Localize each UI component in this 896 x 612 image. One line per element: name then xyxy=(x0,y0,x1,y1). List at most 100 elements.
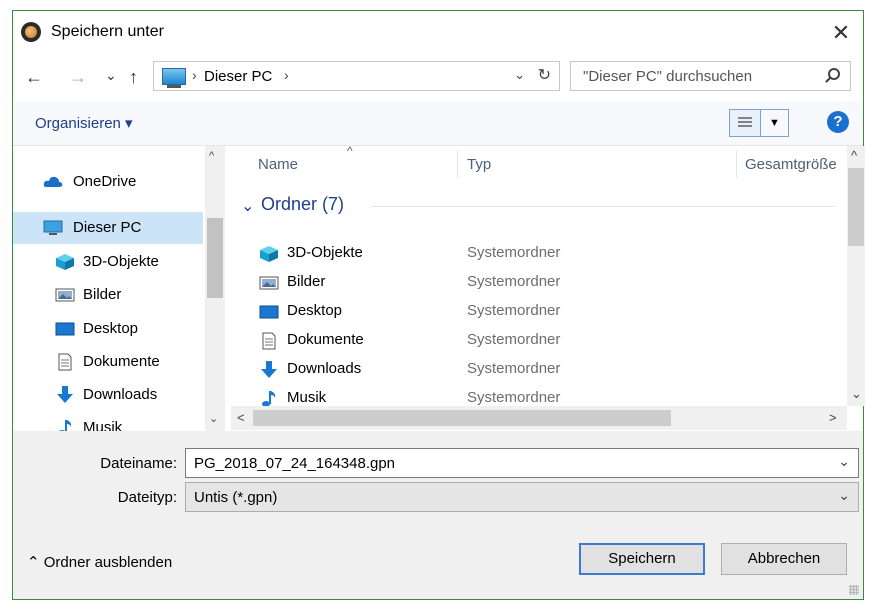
list-item[interactable]: Bilder Systemordner xyxy=(259,269,819,297)
forward-arrow-icon[interactable]: → xyxy=(69,67,87,88)
sidebar-item-label: Dieser PC xyxy=(73,219,142,236)
chevron-down-icon[interactable]: ⌄ xyxy=(838,487,850,504)
file-list: Name ^ Typ Gesamtgröße ⌄ Ordner (7) 3D-O… xyxy=(231,144,847,431)
sidebar-item-label: Dokumente xyxy=(83,353,160,370)
scroll-up-arrow-icon[interactable]: ^ xyxy=(209,150,214,162)
back-arrow-icon[interactable]: ← xyxy=(25,67,43,88)
desktop-icon xyxy=(259,305,279,319)
column-divider[interactable] xyxy=(457,150,458,178)
recent-locations-icon[interactable]: ⌄ xyxy=(105,67,117,84)
group-divider xyxy=(371,206,835,207)
navigation-bar: ← → ⌄ ↑ › Dieser PC › ⌄ ↻ "Dieser PC" du… xyxy=(13,55,863,101)
sort-up-icon: ^ xyxy=(347,144,353,158)
scroll-down-arrow-icon[interactable]: ⌄ xyxy=(209,412,218,425)
filename-value[interactable]: PG_2018_07_24_164348.gpn xyxy=(194,455,395,472)
filename-label: Dateiname: xyxy=(100,455,177,472)
sidebar-item-onedrive[interactable]: OneDrive xyxy=(13,166,203,198)
document-icon xyxy=(58,353,72,371)
up-arrow-icon[interactable]: ↑ xyxy=(129,67,138,88)
pc-icon xyxy=(162,68,186,88)
chevron-down-icon[interactable]: ⌄ xyxy=(838,453,850,470)
address-bar[interactable]: › Dieser PC › ⌄ ↻ xyxy=(153,61,560,91)
desktop-icon xyxy=(55,322,75,336)
filetype-select[interactable]: Untis (*.gpn) ⌄ xyxy=(185,482,859,512)
column-headers: Name ^ Typ Gesamtgröße xyxy=(231,144,847,185)
item-type: Systemordner xyxy=(467,302,561,319)
save-dialog: Speichern unter ✕ ← → ⌄ ↑ › Dieser PC › … xyxy=(12,10,865,600)
item-name: Desktop xyxy=(287,302,343,319)
chevron-right-icon[interactable]: › xyxy=(192,67,197,83)
list-item[interactable]: Dokumente Systemordner xyxy=(259,327,819,355)
cloud-icon xyxy=(43,176,63,187)
pc-icon xyxy=(43,220,63,235)
scroll-right-arrow-icon[interactable]: > xyxy=(829,410,837,425)
sidebar-item-label: Desktop xyxy=(83,320,139,337)
sidebar-item-bilder[interactable]: Bilder xyxy=(13,279,203,311)
chevron-down-icon[interactable]: ⌄ xyxy=(241,196,254,216)
column-header-type[interactable]: Typ xyxy=(467,156,491,173)
filename-field[interactable]: PG_2018_07_24_164348.gpn ⌄ xyxy=(185,448,859,478)
title-bar: Speichern unter ✕ xyxy=(13,11,863,55)
view-options-dropdown[interactable]: ▼ xyxy=(761,109,789,137)
chevron-right-icon[interactable]: › xyxy=(284,67,289,83)
view-details-icon[interactable] xyxy=(729,109,761,137)
group-header[interactable]: Ordner (7) xyxy=(261,194,344,215)
sidebar-item-label: 3D-Objekte xyxy=(83,253,159,270)
sidebar-item-label: Bilder xyxy=(83,286,122,303)
list-item[interactable]: 3D-Objekte Systemordner xyxy=(259,240,819,268)
sidebar-scroll-thumb[interactable] xyxy=(207,218,223,298)
search-placeholder: "Dieser PC" durchsuchen xyxy=(583,68,753,85)
sidebar-item-3d-objekte[interactable]: 3D-Objekte xyxy=(13,246,203,278)
sidebar-item-dieser-pc[interactable]: Dieser PC xyxy=(13,212,203,244)
search-input[interactable]: "Dieser PC" durchsuchen xyxy=(570,61,851,91)
app-clock-icon xyxy=(21,22,41,42)
organize-menu[interactable]: Organisieren ▾ xyxy=(35,114,133,132)
sidebar-item-desktop[interactable]: Desktop xyxy=(13,313,203,345)
sidebar-item-downloads[interactable]: Downloads xyxy=(13,379,203,411)
command-bar: Organisieren ▾ ▼ ? xyxy=(13,101,863,146)
dialog-title: Speichern unter xyxy=(51,23,164,40)
navigation-pane: OneDrive Dieser PC 3D-Objekte Bilder Des… xyxy=(13,146,231,436)
list-item[interactable]: Desktop Systemordner xyxy=(259,298,819,326)
item-name: Dokumente xyxy=(287,331,364,348)
column-divider[interactable] xyxy=(736,150,737,178)
hide-folders-toggle[interactable]: ⌃ Ordner ausblenden xyxy=(27,553,172,571)
download-icon xyxy=(261,361,277,378)
item-name: 3D-Objekte xyxy=(287,244,363,261)
sidebar-item-label: Downloads xyxy=(83,386,158,403)
vertical-scrollbar[interactable]: ^ ⌄ xyxy=(847,146,865,406)
list-item[interactable]: Downloads Systemordner xyxy=(259,356,819,384)
pictures-icon xyxy=(55,288,75,302)
vertical-scroll-thumb[interactable] xyxy=(848,168,864,246)
filetype-value: Untis (*.gpn) xyxy=(194,489,278,506)
horizontal-scrollbar[interactable]: < > xyxy=(231,406,847,430)
horizontal-scroll-thumb[interactable] xyxy=(253,410,671,426)
item-type: Systemordner xyxy=(467,331,561,348)
save-button[interactable]: Speichern xyxy=(579,543,705,575)
document-icon xyxy=(262,332,276,350)
filetype-label: Dateityp: xyxy=(117,489,177,506)
cancel-button[interactable]: Abbrechen xyxy=(721,543,847,575)
scroll-down-arrow-icon[interactable]: ⌄ xyxy=(851,386,862,402)
sidebar-scrollbar[interactable]: ^ ⌄ xyxy=(205,146,225,431)
close-button[interactable]: ✕ xyxy=(827,19,855,47)
item-type: Systemordner xyxy=(467,360,561,377)
cube-icon xyxy=(260,246,278,262)
sidebar-item-dokumente[interactable]: Dokumente xyxy=(13,346,203,378)
item-name: Downloads xyxy=(287,360,362,377)
help-icon[interactable]: ? xyxy=(827,111,849,133)
column-header-name[interactable]: Name xyxy=(258,156,298,173)
chevron-down-icon[interactable]: ⌄ xyxy=(514,67,525,83)
address-path[interactable]: Dieser PC xyxy=(204,68,272,85)
item-type: Systemordner xyxy=(467,244,561,261)
item-type: Systemordner xyxy=(467,273,561,290)
column-header-size[interactable]: Gesamtgröße xyxy=(745,156,837,173)
search-icon[interactable] xyxy=(828,68,840,80)
scroll-up-arrow-icon[interactable]: ^ xyxy=(851,148,857,163)
resize-grip[interactable] xyxy=(849,585,859,595)
item-name: Bilder xyxy=(287,273,326,290)
pictures-icon xyxy=(259,276,279,290)
sidebar-item-label: OneDrive xyxy=(73,173,137,190)
refresh-icon[interactable]: ↻ xyxy=(538,65,551,85)
scroll-left-arrow-icon[interactable]: < xyxy=(237,410,245,425)
